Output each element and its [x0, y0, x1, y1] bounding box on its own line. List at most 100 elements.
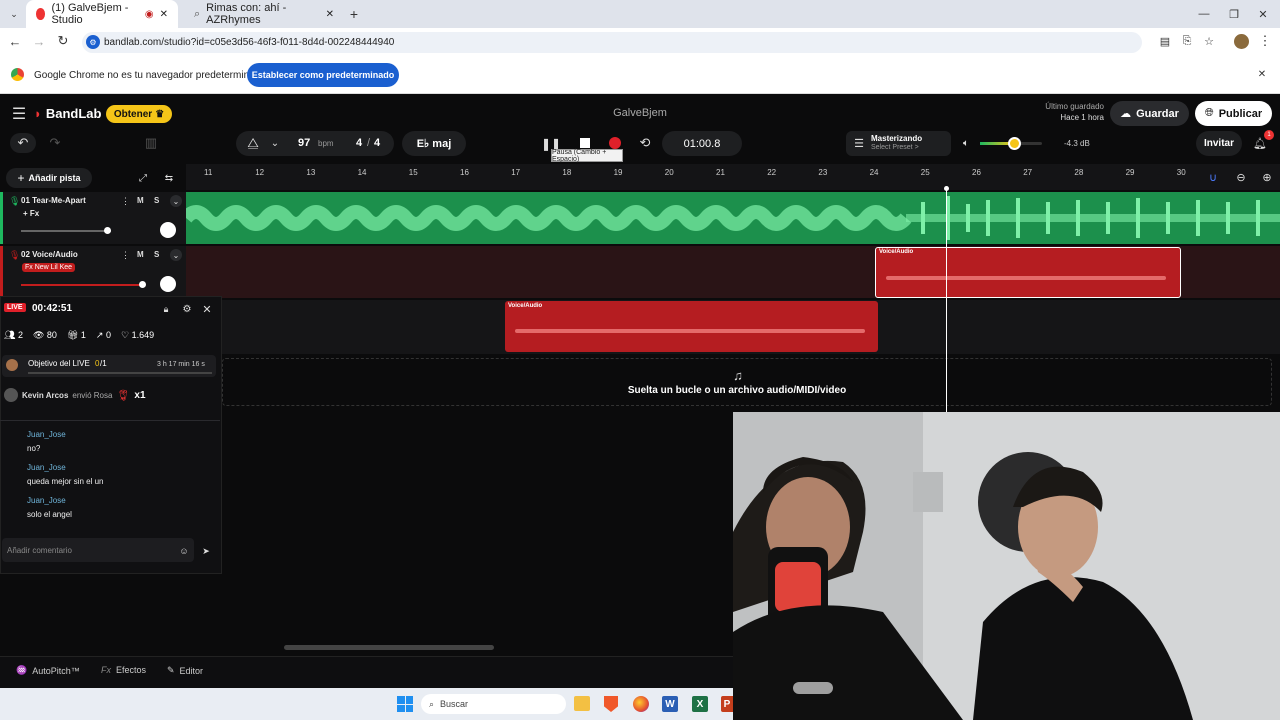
comment-input[interactable]: Añadir comentario: [2, 538, 194, 562]
snap-magnet-icon[interactable]: ∪: [1206, 170, 1220, 184]
audio-clip[interactable]: Voice/Audio: [505, 301, 878, 352]
comment-user[interactable]: Juan_Jose: [27, 496, 66, 505]
track-lane-1[interactable]: [186, 192, 1280, 244]
key-selector[interactable]: E♭ maj: [402, 131, 466, 156]
effects-button[interactable]: Fx Efectos: [101, 665, 146, 675]
emoji-icon[interactable]: ☺: [178, 545, 190, 557]
mixer-icon[interactable]: ⇆: [160, 170, 178, 186]
tab-list-icon[interactable]: ⌄: [6, 6, 22, 22]
file-explorer-icon[interactable]: [574, 696, 590, 711]
volume-knob[interactable]: [1008, 137, 1021, 150]
word-icon[interactable]: W: [662, 696, 678, 712]
track-header-1[interactable]: 🎙︎ 01 Tear-Me-Apart + Fx ⋮ M S ⌄: [0, 192, 186, 244]
reload-icon[interactable]: ↻: [56, 33, 70, 48]
track-volume-slider[interactable]: [21, 230, 111, 232]
set-default-button[interactable]: Establecer como predeterminado: [247, 63, 399, 87]
piano-icon[interactable]: ▥: [140, 133, 162, 153]
minimize-icon[interactable]: —: [1196, 6, 1212, 22]
horizontal-scrollbar[interactable]: [284, 645, 494, 650]
solo-button[interactable]: S: [154, 196, 159, 205]
invite-button[interactable]: Invitar: [1196, 131, 1242, 156]
close-tab-icon[interactable]: ✕: [160, 9, 168, 20]
track-volume-slider[interactable]: [21, 284, 145, 286]
comment-user[interactable]: Juan_Jose: [27, 430, 66, 439]
back-icon[interactable]: ←: [8, 34, 22, 49]
zoom-in-icon[interactable]: ⊕: [1260, 170, 1274, 184]
track-options-icon[interactable]: ⋮: [121, 196, 130, 207]
settings-gear-icon[interactable]: ⚙: [181, 303, 193, 315]
expand-chevron-icon[interactable]: ⌄: [170, 195, 182, 207]
profile-avatar[interactable]: [1234, 34, 1249, 49]
publish-button[interactable]: 🌐︎ Publicar: [1195, 101, 1272, 126]
windows-start-icon[interactable]: [397, 696, 413, 712]
install-icon[interactable]: ⎘: [1180, 34, 1194, 48]
tab-studio[interactable]: (1) GalveBjem - Studio ◉ ✕: [26, 0, 178, 28]
volume-thumb[interactable]: [139, 281, 146, 288]
loop-icon[interactable]: ⟲: [636, 135, 654, 151]
pan-knob[interactable]: [160, 222, 176, 238]
stop-icon[interactable]: [580, 138, 590, 148]
autopitch-button[interactable]: ♒ AutoPitch™: [16, 665, 80, 676]
time-sig-den[interactable]: 4: [374, 137, 380, 149]
playhead[interactable]: [946, 188, 947, 412]
close-infobar-icon[interactable]: ✕: [1256, 68, 1268, 80]
get-membership-button[interactable]: Obtener ♛: [106, 105, 172, 123]
lock-icon[interactable]: 🔒︎: [160, 303, 172, 315]
mute-button[interactable]: M: [137, 196, 144, 205]
volume-thumb[interactable]: [104, 227, 111, 234]
taskbar-search[interactable]: ⌕ Buscar: [421, 694, 566, 714]
timeline-ruler[interactable]: [186, 164, 1280, 190]
undo-icon[interactable]: ↶: [10, 133, 36, 153]
metronome-icon[interactable]: ⧋: [246, 135, 260, 150]
solo-button[interactable]: S: [154, 250, 159, 259]
fx-preset-tag[interactable]: Fx New Lil Kee: [22, 263, 76, 272]
close-window-icon[interactable]: ✕: [1255, 6, 1271, 22]
track-name[interactable]: 01 Tear-Me-Apart: [21, 196, 86, 205]
add-fx-button[interactable]: + Fx: [23, 209, 39, 218]
editor-button[interactable]: ✎ Editor: [167, 665, 203, 676]
bookmark-star-icon[interactable]: ☆: [1202, 34, 1216, 48]
add-track-button[interactable]: + Añadir pista: [6, 168, 92, 188]
bandlab-logo[interactable]: ◗ BandLab: [34, 106, 101, 121]
send-icon[interactable]: ➤: [200, 545, 212, 557]
restore-icon[interactable]: ❐: [1226, 6, 1242, 22]
drop-zone[interactable]: [222, 358, 1272, 406]
close-overlay-icon[interactable]: ✕: [201, 303, 213, 316]
mastering-button[interactable]: ☰ Masterizando Select Preset >: [846, 131, 951, 156]
automation-icon[interactable]: ⤢: [134, 170, 152, 186]
volume-icon[interactable]: 🔈︎: [960, 137, 972, 149]
comment-user[interactable]: Juan_Jose: [27, 463, 66, 472]
close-tab-icon[interactable]: ✕: [326, 9, 334, 20]
expand-chevron-icon[interactable]: ⌄: [170, 249, 182, 261]
forward-icon[interactable]: →: [32, 34, 46, 49]
live-timer: 00:42:51: [32, 303, 73, 314]
autopitch-icon: ♒: [16, 665, 28, 675]
record-icon[interactable]: [609, 137, 621, 149]
tab-rimas[interactable]: ⌕ Rimas con: ahí - AZRhymes ✕: [184, 0, 344, 28]
master-volume-slider[interactable]: [980, 137, 1042, 150]
chevron-down-icon[interactable]: ⌄: [268, 136, 282, 150]
track-options-icon[interactable]: ⋮: [121, 250, 130, 261]
audio-clip[interactable]: Voice/Audio: [875, 247, 1181, 298]
live-goal[interactable]: Objetivo del LIVE 0 /1 3 h 17 min 16 s: [2, 355, 216, 377]
menu-dots-icon[interactable]: ⋮: [1258, 33, 1272, 48]
mute-button[interactable]: M: [137, 250, 144, 259]
firefox-icon[interactable]: [633, 696, 649, 712]
track-name[interactable]: 02 Voice/Audio: [21, 250, 78, 259]
reader-icon[interactable]: ▤: [1158, 34, 1172, 48]
track-header-2[interactable]: 🎙︎ 02 Voice/Audio Fx New Lil Kee ⋮ M S ⌄: [0, 246, 186, 298]
excel-icon[interactable]: X: [692, 696, 708, 712]
zoom-out-icon[interactable]: ⊖: [1234, 170, 1248, 184]
site-info-icon[interactable]: ⚙: [86, 35, 100, 49]
url-field[interactable]: ⚙ bandlab.com/studio?id=c05e3d56-46f3-f0…: [82, 32, 1142, 53]
bpm-value[interactable]: 97: [298, 137, 310, 149]
hamburger-menu-icon[interactable]: ☰: [10, 106, 28, 123]
playhead-handle[interactable]: [944, 186, 949, 191]
redo-icon[interactable]: ↷: [42, 133, 68, 153]
save-button[interactable]: ☁ Guardar: [1110, 101, 1189, 126]
pan-knob[interactable]: [160, 276, 176, 292]
powerpoint-icon[interactable]: P: [721, 696, 733, 712]
time-sig-num[interactable]: 4: [356, 137, 362, 149]
project-title[interactable]: GalveBjem: [560, 107, 720, 119]
new-tab-button[interactable]: +: [346, 6, 362, 22]
